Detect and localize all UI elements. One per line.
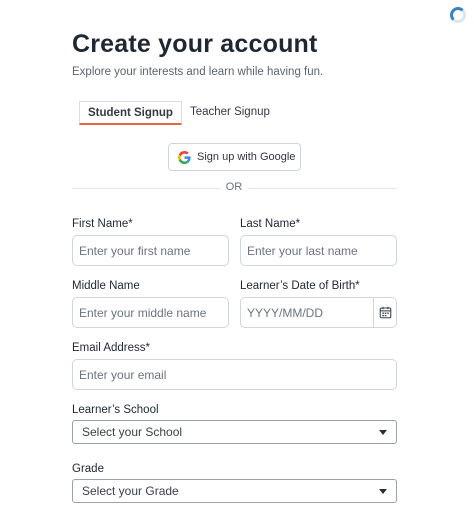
or-divider: OR [72, 180, 397, 196]
middle-name-input[interactable] [72, 297, 229, 328]
calendar-button[interactable] [373, 298, 396, 327]
calendar-icon [379, 306, 391, 319]
dob-input[interactable] [241, 298, 373, 327]
google-signup-label: Sign up with Google [197, 151, 296, 163]
divider-line [72, 188, 220, 189]
first-name-input[interactable] [72, 235, 229, 266]
email-input[interactable] [72, 359, 397, 390]
last-name-label: Last Name* [240, 218, 301, 230]
last-name-input[interactable] [240, 235, 397, 266]
chevron-down-icon [379, 488, 387, 494]
dob-field [240, 297, 397, 328]
tab-teacher-signup[interactable]: Teacher Signup [182, 101, 278, 125]
grade-label: Grade [72, 463, 104, 475]
email-label: Email Address* [72, 342, 150, 354]
middle-name-label: Middle Name [72, 280, 140, 292]
grade-select[interactable]: Select your Grade [72, 479, 397, 503]
divider-line [248, 188, 397, 189]
school-select-value: Select your School [82, 425, 183, 439]
signup-tabs: Student Signup Teacher Signup [79, 101, 278, 125]
or-text: OR [225, 181, 243, 193]
first-name-label: First Name* [72, 218, 133, 230]
chevron-down-icon [379, 429, 387, 435]
google-icon [178, 150, 191, 164]
school-select[interactable]: Select your School [72, 420, 397, 444]
page-subtitle: Explore your interests and learn while h… [72, 66, 324, 78]
dob-label: Learner’s Date of Birth* [240, 280, 360, 292]
google-signup-button[interactable]: Sign up with Google [168, 143, 301, 171]
school-label: Learner’s School [72, 404, 159, 416]
loading-spinner-icon [450, 7, 466, 23]
page-title: Create your account [72, 30, 318, 58]
grade-select-value: Select your Grade [82, 484, 179, 498]
tab-student-signup[interactable]: Student Signup [79, 101, 182, 125]
